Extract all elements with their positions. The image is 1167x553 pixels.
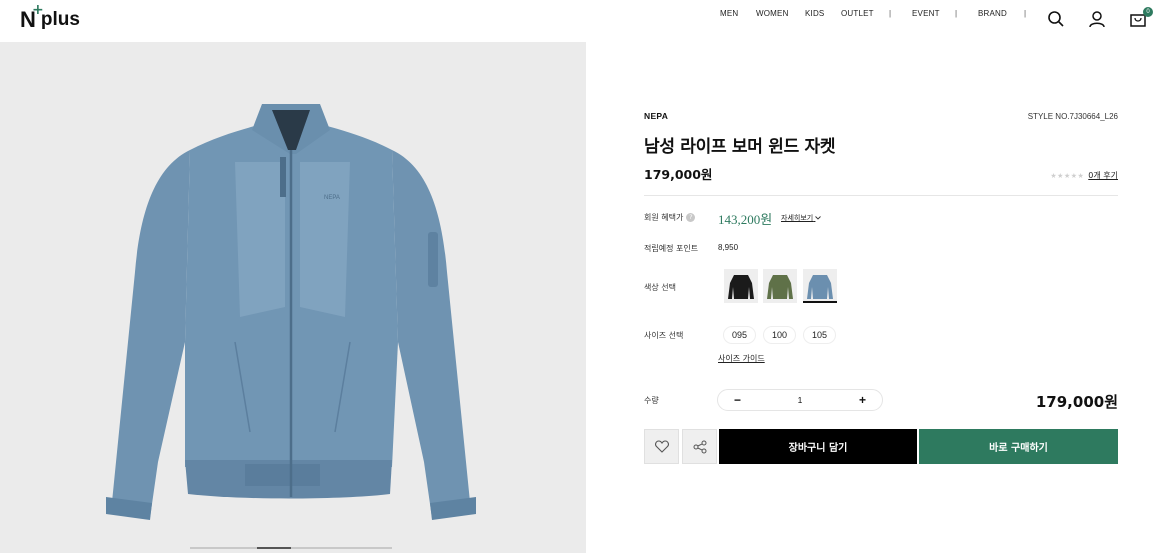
share-button[interactable]	[682, 429, 717, 464]
brand-name[interactable]: NEPA	[644, 111, 668, 121]
star-rating-icon: ★★★★★	[1050, 171, 1085, 180]
logo-plus-icon: +	[32, 2, 44, 18]
wishlist-button[interactable]	[644, 429, 679, 464]
heart-icon	[654, 440, 669, 453]
product-info: NEPA STYLE NO.7J30664_L26 남성 라이프 보머 윈드 자…	[644, 0, 1118, 553]
gallery-scroll-thumb[interactable]	[257, 547, 291, 549]
member-price-label: 회원 혜택가?	[644, 212, 696, 223]
size-option-105[interactable]: 105	[803, 326, 837, 344]
color-swatch-blue[interactable]	[803, 269, 837, 303]
jacket-thumbnail	[807, 275, 833, 299]
color-label: 색상 선택	[644, 283, 676, 292]
total-price: 179,000원	[1035, 393, 1118, 411]
member-price: 143,200원	[718, 212, 773, 227]
product-gallery[interactable]: NEPA	[0, 42, 586, 553]
jacket-image: NEPA	[106, 104, 476, 520]
cart-count-badge: 0	[1143, 7, 1153, 17]
color-swatch-khaki[interactable]	[763, 269, 797, 303]
size-guide-link[interactable]: 사이즈 가이드	[718, 353, 765, 364]
share-icon	[693, 440, 706, 453]
divider	[644, 195, 1118, 196]
detail-link[interactable]: 자세히보기	[781, 213, 822, 223]
chevron-down-icon	[815, 216, 822, 220]
gallery-scrollbar[interactable]	[190, 547, 392, 549]
color-swatch-black[interactable]	[724, 269, 758, 303]
help-icon[interactable]: ?	[686, 213, 696, 222]
quantity-label: 수량	[644, 396, 659, 405]
quantity-increase-button[interactable]: +	[859, 393, 866, 407]
buy-now-button[interactable]: 바로 구매하기	[919, 429, 1118, 464]
size-option-095[interactable]: 095	[723, 326, 757, 344]
points-label: 적립예정 포인트	[644, 244, 699, 253]
product-title: 남성 라이프 보머 윈드 자켓	[644, 137, 836, 157]
product-price: 179,000원	[644, 167, 713, 182]
size-label: 사이즈 선택	[644, 331, 684, 340]
logo[interactable]: N + plus	[20, 2, 80, 32]
size-option-100[interactable]: 100	[763, 326, 797, 344]
points-value: 8,950	[718, 243, 739, 252]
rating: ★★★★★ 0개 후기	[1050, 170, 1118, 181]
logo-text: plus	[40, 9, 80, 30]
quantity-stepper: − 1 +	[717, 389, 883, 411]
chest-logo: NEPA	[324, 195, 340, 201]
cart-icon[interactable]: 0	[1129, 7, 1153, 30]
style-number: STYLE NO.7J30664_L26	[1027, 112, 1118, 121]
jacket-thumbnail	[767, 275, 793, 299]
review-link[interactable]: 0개 후기	[1088, 170, 1118, 181]
jacket-thumbnail	[728, 275, 754, 299]
add-to-cart-button[interactable]: 장바구니 담기	[719, 429, 917, 464]
quantity-value[interactable]: 1	[718, 395, 882, 405]
